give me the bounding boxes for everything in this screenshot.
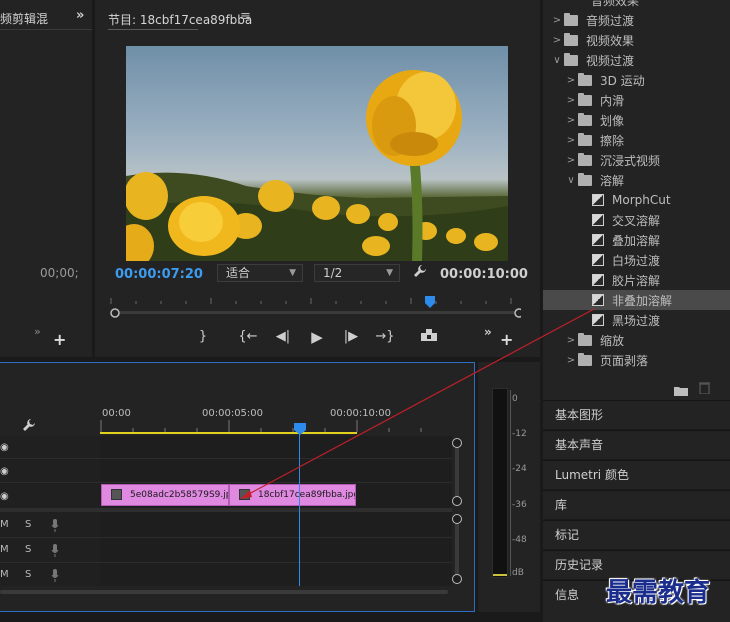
drag-arrow (240, 308, 595, 499)
watermark: 最需教育 (606, 578, 711, 608)
